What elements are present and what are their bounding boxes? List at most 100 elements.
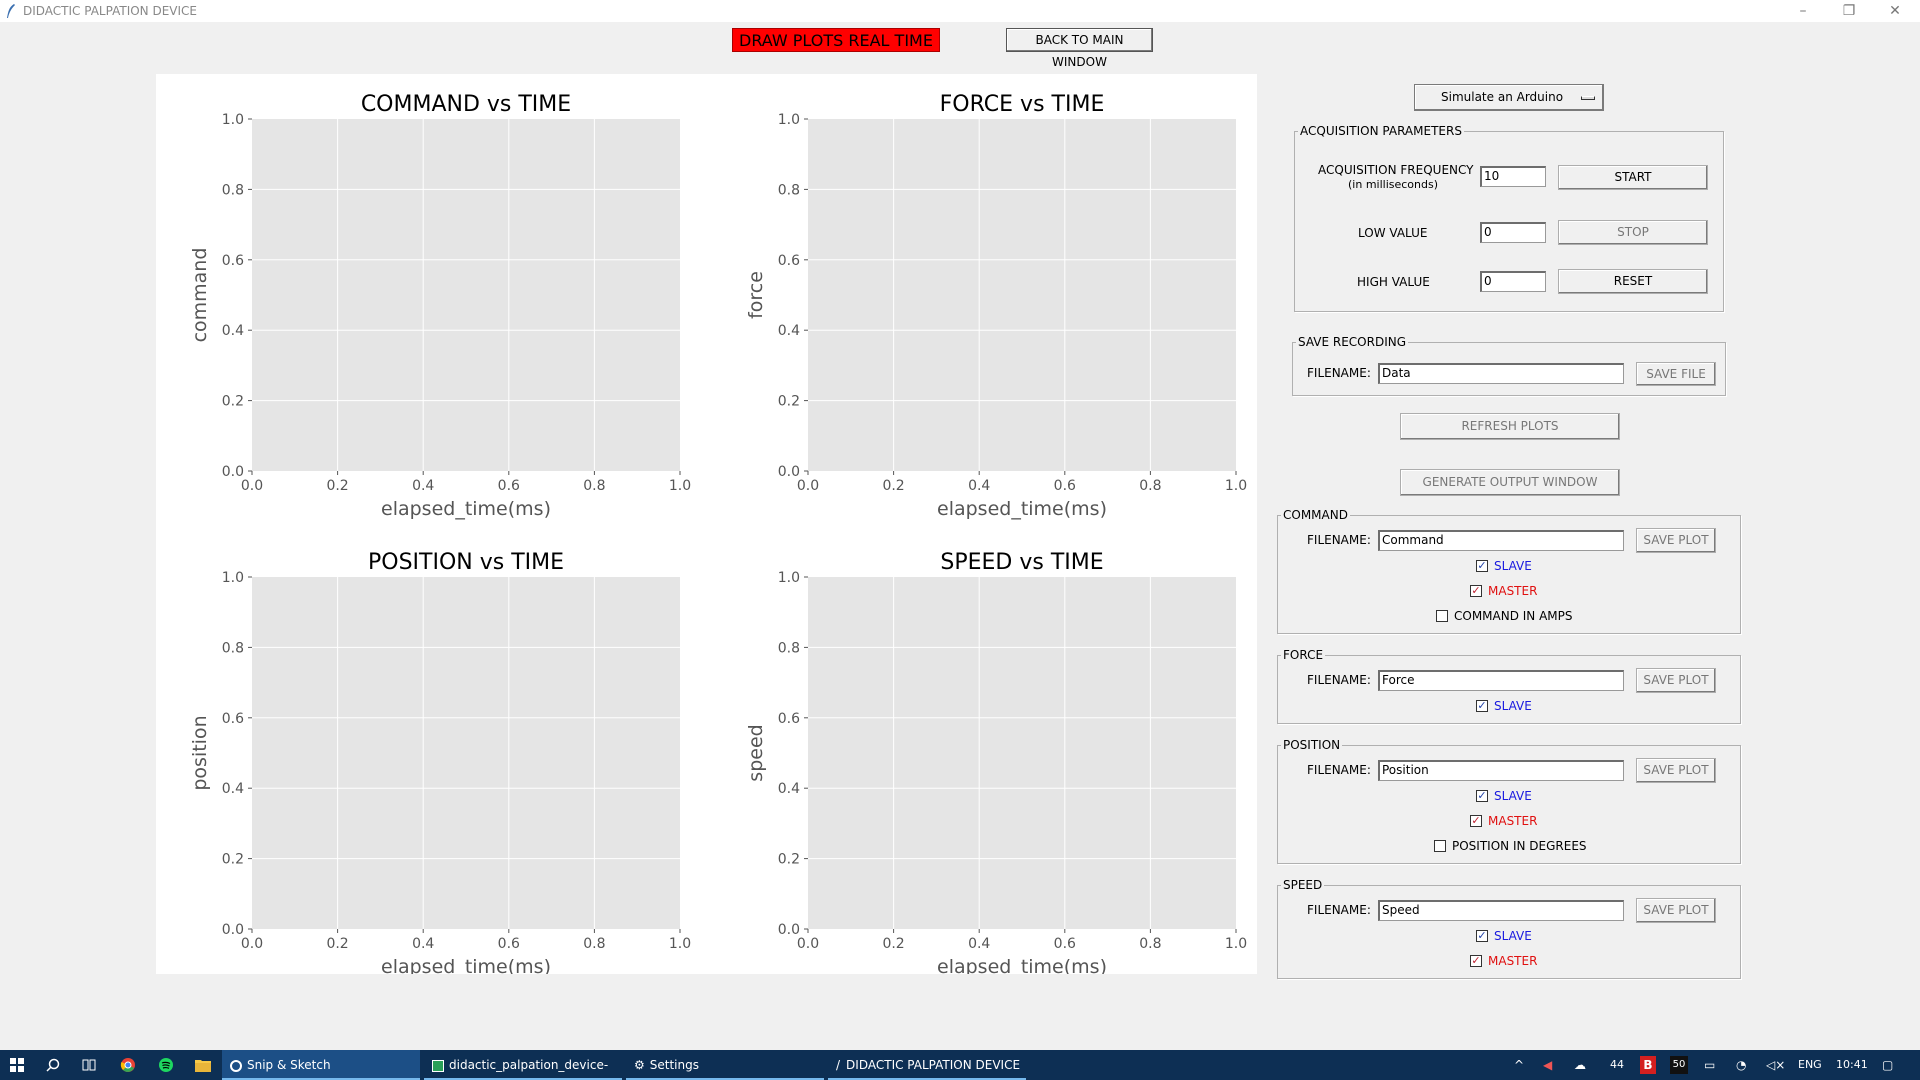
command-amps-checkbox[interactable] bbox=[1436, 610, 1448, 622]
force-filename-label: FILENAME: bbox=[1307, 673, 1371, 687]
y-tick-label: 0.6 bbox=[222, 253, 244, 269]
force-slave-checkbox[interactable]: ✓ bbox=[1476, 700, 1488, 712]
command-slave-checkbox[interactable]: ✓ bbox=[1476, 560, 1488, 572]
y-tick-label: 0.8 bbox=[778, 182, 800, 198]
y-tick-label: 0.2 bbox=[778, 394, 800, 410]
x-tick-label: 1.0 bbox=[1225, 478, 1247, 494]
x-tick-label: 0.8 bbox=[1139, 478, 1161, 494]
x-tick-label: 0.2 bbox=[882, 478, 904, 494]
draw-plots-label: DRAW PLOTS REAL TIME bbox=[732, 28, 940, 52]
taskbar-app-notebook[interactable]: didactic_palpation_device-4c... bbox=[424, 1050, 622, 1080]
high-value-input[interactable]: 0 bbox=[1480, 271, 1546, 292]
minimize-button[interactable]: – bbox=[1780, 0, 1826, 22]
x-tick-label: 0.2 bbox=[882, 936, 904, 952]
wifi-icon[interactable]: ◔ bbox=[1736, 1050, 1746, 1080]
arduino-mode-dropdown[interactable]: Simulate an Arduino bbox=[1414, 84, 1604, 111]
force-group-title: FORCE bbox=[1281, 648, 1326, 662]
speed-slave-checkbox[interactable]: ✓ bbox=[1476, 930, 1488, 942]
command-filename-input[interactable]: Command bbox=[1378, 530, 1624, 551]
stop-button[interactable]: STOP bbox=[1558, 220, 1708, 245]
speed-filename-input[interactable]: Speed bbox=[1378, 900, 1624, 921]
tray-chevron-icon[interactable]: ^ bbox=[1514, 1050, 1524, 1080]
start-button[interactable]: START bbox=[1558, 165, 1708, 190]
y-tick-label: 0.8 bbox=[222, 640, 244, 656]
feather-icon bbox=[7, 4, 15, 18]
speaker-icon[interactable]: ◁× bbox=[1766, 1050, 1785, 1080]
task-view-icon[interactable] bbox=[82, 1058, 96, 1072]
x-tick-label: 1.0 bbox=[1225, 936, 1247, 952]
plot-axes-background bbox=[808, 119, 1236, 471]
taskbar-app-label: Settings bbox=[649, 1058, 699, 1072]
search-icon[interactable] bbox=[46, 1058, 60, 1072]
x-tick-label: 1.0 bbox=[669, 478, 691, 494]
jupyter-icon bbox=[432, 1059, 444, 1072]
command-slave-label: SLAVE bbox=[1494, 559, 1532, 573]
x-tick-label: 0.0 bbox=[241, 936, 263, 952]
x-tick-label: 0.2 bbox=[326, 478, 348, 494]
save-file-button[interactable]: SAVE FILE bbox=[1636, 362, 1716, 386]
taskbar-app-snip-sketch[interactable]: Snip & Sketch bbox=[222, 1050, 420, 1080]
force-save-plot-button[interactable]: SAVE PLOT bbox=[1636, 668, 1716, 693]
y-tick-label: 0.4 bbox=[778, 781, 800, 797]
title-bar: DIDACTIC PALPATION DEVICE – ❐ ✕ bbox=[0, 0, 1920, 22]
x-tick-label: 0.8 bbox=[1139, 936, 1161, 952]
reset-button[interactable]: RESET bbox=[1558, 269, 1708, 294]
plot-title: FORCE vs TIME bbox=[940, 92, 1105, 117]
speed-master-label: MASTER bbox=[1488, 954, 1538, 968]
position-master-checkbox[interactable]: ✓ bbox=[1470, 815, 1482, 827]
recording-filename-input[interactable]: Data bbox=[1378, 363, 1624, 384]
y-tick-label: 1.0 bbox=[778, 570, 800, 586]
x-tick-label: 0.4 bbox=[412, 478, 434, 494]
recording-filename-label: FILENAME: bbox=[1307, 366, 1371, 380]
spotify-icon[interactable] bbox=[158, 1057, 174, 1073]
command-master-label: MASTER bbox=[1488, 584, 1538, 598]
x-axis-label: elapsed_time(ms) bbox=[381, 498, 551, 520]
taskbar-app-palpation[interactable]: / DIDACTIC PALPATION DEVICE bbox=[828, 1050, 1026, 1080]
position-slave-checkbox[interactable]: ✓ bbox=[1476, 790, 1488, 802]
x-tick-label: 0.0 bbox=[241, 478, 263, 494]
file-explorer-icon[interactable] bbox=[195, 1058, 211, 1072]
force-filename-input[interactable]: Force bbox=[1378, 670, 1624, 691]
clock[interactable]: 10:41 bbox=[1836, 1050, 1868, 1080]
save-recording-title: SAVE RECORDING bbox=[1296, 335, 1409, 349]
low-value-input[interactable]: 0 bbox=[1480, 222, 1546, 243]
refresh-plots-button[interactable]: REFRESH PLOTS bbox=[1400, 413, 1620, 440]
notifications-icon[interactable]: ▢ bbox=[1882, 1050, 1893, 1080]
x-tick-label: 0.0 bbox=[797, 936, 819, 952]
chrome-icon[interactable] bbox=[120, 1057, 136, 1073]
position-save-plot-button[interactable]: SAVE PLOT bbox=[1636, 758, 1716, 783]
command-master-checkbox[interactable]: ✓ bbox=[1470, 585, 1482, 597]
plot-title: POSITION vs TIME bbox=[368, 550, 564, 575]
language-indicator[interactable]: ENG bbox=[1798, 1050, 1822, 1080]
brave-icon[interactable]: B bbox=[1640, 1056, 1656, 1074]
taskbar-app-label: Snip & Sketch bbox=[247, 1058, 331, 1072]
acquisition-frequency-input[interactable]: 10 bbox=[1480, 166, 1546, 187]
back-to-main-button[interactable]: BACK TO MAIN WINDOW bbox=[1006, 28, 1153, 69]
tray-badge[interactable]: 50 bbox=[1670, 1056, 1688, 1074]
windows-start-icon[interactable] bbox=[10, 1058, 24, 1072]
y-axis-label: force bbox=[745, 271, 767, 319]
tray-counter[interactable]: 44 bbox=[1610, 1050, 1624, 1080]
plot-title: SPEED vs TIME bbox=[940, 550, 1103, 575]
y-tick-label: 0.0 bbox=[778, 922, 800, 938]
generate-output-window-button[interactable]: GENERATE OUTPUT WINDOW bbox=[1400, 469, 1620, 496]
position-degrees-checkbox[interactable] bbox=[1434, 840, 1446, 852]
acquisition-frequency-unit: (in milliseconds) bbox=[1348, 178, 1439, 191]
x-tick-label: 0.0 bbox=[797, 478, 819, 494]
position-master-label: MASTER bbox=[1488, 814, 1538, 828]
position-degrees-label: POSITION IN DEGREES bbox=[1452, 839, 1587, 853]
y-tick-label: 0.2 bbox=[778, 852, 800, 868]
restore-button[interactable]: ❐ bbox=[1826, 0, 1872, 22]
acquisition-parameters-title: ACQUISITION PARAMETERS bbox=[1298, 124, 1464, 138]
command-save-plot-button[interactable]: SAVE PLOT bbox=[1636, 528, 1716, 553]
battery-icon[interactable]: ▭ bbox=[1704, 1050, 1715, 1080]
taskbar-app-settings[interactable]: ⚙ Settings bbox=[626, 1050, 824, 1080]
speed-master-checkbox[interactable]: ✓ bbox=[1470, 955, 1482, 967]
position-filename-input[interactable]: Position bbox=[1378, 760, 1624, 781]
close-button[interactable]: ✕ bbox=[1872, 0, 1918, 22]
speed-save-plot-button[interactable]: SAVE PLOT bbox=[1636, 898, 1716, 923]
volume-muted-icon[interactable]: ◀ bbox=[1543, 1050, 1552, 1080]
y-tick-label: 0.4 bbox=[222, 781, 244, 797]
onedrive-icon[interactable]: ☁ bbox=[1574, 1050, 1586, 1080]
speed-group-title: SPEED bbox=[1281, 878, 1325, 892]
